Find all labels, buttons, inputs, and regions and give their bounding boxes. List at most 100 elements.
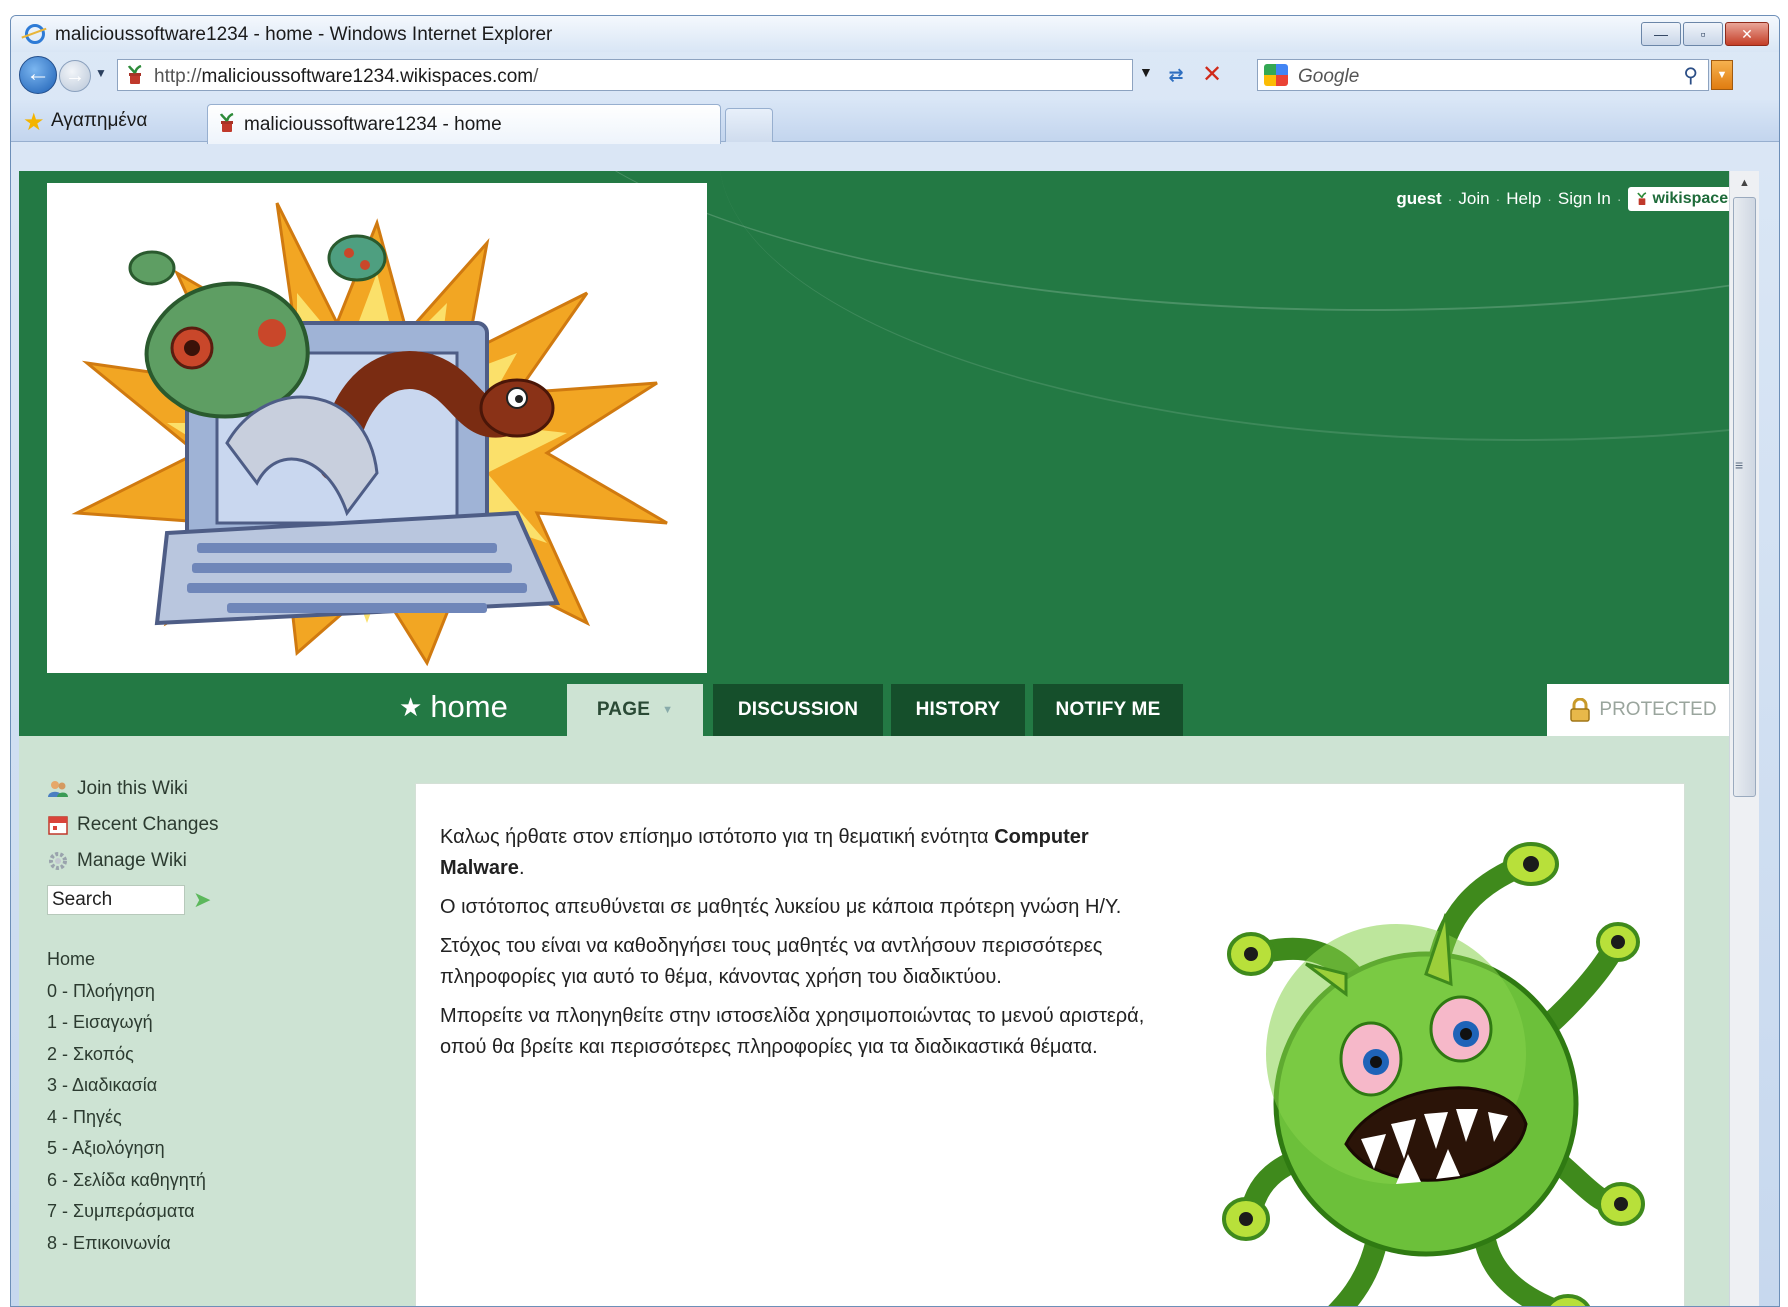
scroll-thumb[interactable] [1733,197,1756,797]
vertical-scrollbar[interactable]: ▲ ≡ ▼ [1729,171,1759,1306]
history-dropdown-icon[interactable]: ▼ [95,66,107,80]
internet-explorer-icon [25,24,45,44]
maximize-button[interactable]: ▫ [1683,22,1723,46]
close-button[interactable]: ✕ [1725,22,1769,46]
lock-icon [1570,698,1591,722]
chevron-down-icon[interactable]: ▼ [662,704,673,716]
screenshot-root: malicioussoftware1234 - home - Windows I… [0,0,1788,1307]
tab-page[interactable]: PAGE ▼ [567,684,703,736]
tab-notify-me[interactable]: NOTIFY ME [1033,684,1183,736]
help-link[interactable]: Help [1506,189,1541,209]
nav-item-introduction[interactable]: 1 - Εισαγωγή [47,1012,387,1044]
nav-item-contact[interactable]: 8 - Επικοινωνία [47,1233,387,1265]
url-suffix: / [533,66,539,87]
separator: · [1547,191,1552,207]
wikispaces-favicon-icon [127,65,142,84]
arrow-right-icon[interactable]: ➤ [193,887,211,913]
forward-button[interactable]: → [59,60,91,92]
user-bar: guest · Join · Help · Sign In · wikispac… [1396,187,1745,211]
ie-window: malicioussoftware1234 - home - Windows I… [10,15,1780,1307]
url-text[interactable]: http://malicioussoftware1234.wikispaces.… [154,66,538,88]
intro-text: Καλως ήρθατε στον επίσημο ιστότοπο για τ… [440,826,995,848]
green-virus-illustration [1222,842,1645,1306]
page-title-text: home [430,689,508,724]
nav-item-navigation[interactable]: 0 - Πλοήγηση [47,981,387,1013]
nav-item-sources[interactable]: 4 - Πηγές [47,1107,387,1139]
scroll-down-icon[interactable]: ▼ [1730,1299,1759,1306]
nav-item-conclusions[interactable]: 7 - Συμπεράσματα [47,1201,387,1233]
header-decoration [719,171,1759,441]
browser-tab-label: malicioussoftware1234 - home [244,114,502,135]
virus-monster-image [1196,824,1666,1306]
wikispaces-favicon-icon [219,113,234,132]
title-bar: malicioussoftware1234 - home - Windows I… [11,16,1779,52]
tab-page-label: PAGE [596,699,651,720]
users-icon [48,781,68,797]
scroll-grip-icon: ≡ [1735,457,1744,473]
intro-paragraph: Καλως ήρθατε στον επίσημο ιστότοπο για τ… [440,822,1170,884]
window-controls: — ▫ ✕ [1641,22,1769,46]
recent-changes-action[interactable]: Recent Changes [47,807,387,843]
navigation-list: Home 0 - Πλοήγηση 1 - Εισαγωγή 2 - Σκοπό… [47,949,387,1264]
content-text: Καλως ήρθατε στον επίσημο ιστότοπο για τ… [440,822,1170,1071]
scroll-up-icon[interactable]: ▲ [1730,171,1759,195]
stop-icon[interactable]: ✕ [1197,60,1227,90]
google-icon [1264,64,1288,86]
recent-changes-label: Recent Changes [77,814,219,835]
wikispaces-logo-link[interactable]: wikispaces [1627,187,1745,211]
page-title: ★ home [399,689,508,725]
tab-bar: ★ Αγαπημένα malicioussoftware1234 - home [11,100,1779,144]
refresh-icon[interactable]: ⇄ [1161,60,1191,90]
join-wiki-label: Join this Wiki [77,778,188,799]
tab-history[interactable]: HISTORY [891,684,1025,736]
search-options-icon[interactable]: ▼ [1711,60,1733,90]
gear-icon [49,852,67,870]
favorites-star-icon[interactable]: ★ [23,108,45,137]
protected-label: PROTECTED [1599,699,1717,720]
malware-computer-illustration [71,202,668,667]
nav-item-process[interactable]: 3 - Διαδικασία [47,1075,387,1107]
protected-badge[interactable]: PROTECTED [1547,684,1739,736]
search-box[interactable]: Google ⚲ [1257,59,1709,91]
calendar-icon [48,816,68,835]
back-button[interactable]: ← [19,56,57,94]
manage-wiki-label: Manage Wiki [77,850,187,871]
sidebar: Join this Wiki Recent Changes Manage Wik… [47,771,387,1264]
address-bar[interactable]: http://malicioussoftware1234.wikispaces.… [117,59,1133,91]
window-title: malicioussoftware1234 - home - Windows I… [55,24,553,45]
intro-end: . [518,857,525,879]
wiki-header: guest · Join · Help · Sign In · wikispac… [19,171,1759,736]
separator: · [1616,191,1622,207]
address-dropdown-icon[interactable]: ▼ [1139,64,1153,80]
url-host: malicioussoftware1234.wikispaces.com [201,66,534,87]
nav-item-evaluation[interactable]: 5 - Αξιολόγηση [47,1138,387,1170]
minimize-button[interactable]: — [1641,22,1681,46]
url-prefix: http:// [154,66,202,87]
wikispaces-pot-icon [1636,192,1646,205]
navigation-bar: ← → ▼ http://malicioussoftware1234.wikis… [11,54,1779,96]
wiki-logo-image[interactable] [47,183,707,673]
join-link[interactable]: Join [1458,189,1489,209]
separator: · [1447,191,1453,207]
audience-paragraph: Ο ιστότοπος απευθύνεται σε μαθητές λυκεί… [440,896,1122,918]
nav-item-home[interactable]: Home [47,949,387,981]
sign-in-link[interactable]: Sign In [1558,189,1611,209]
browser-tab-active[interactable]: malicioussoftware1234 - home [207,104,721,144]
web-viewport: guest · Join · Help · Sign In · wikispac… [19,171,1759,1306]
manage-wiki-action[interactable]: Manage Wiki [47,843,387,879]
tab-discussion[interactable]: DISCUSSION [713,684,883,736]
join-wiki-action[interactable]: Join this Wiki [47,771,387,807]
page-content: Καλως ήρθατε στον επίσημο ιστότοπο για τ… [415,783,1685,1306]
goal-paragraph: Στόχος του είναι να καθοδηγήσει τους μαθ… [440,935,1103,988]
search-magnifier-icon[interactable]: ⚲ [1683,63,1698,88]
nav-item-teacher-page[interactable]: 6 - Σελίδα καθηγητή [47,1170,387,1202]
new-tab-button[interactable] [725,108,773,142]
favorites-button[interactable]: Αγαπημένα [51,110,147,132]
search-placeholder[interactable]: Google [1298,66,1359,88]
navigation-paragraph: Μπορείτε να πλοηγηθείτε στην ιστοσελίδα … [440,1005,1145,1058]
username: guest [1396,189,1442,208]
wiki-search: ➤ [47,885,387,915]
favorite-star-icon[interactable]: ★ [399,692,422,723]
wiki-search-input[interactable] [47,885,185,915]
nav-item-purpose[interactable]: 2 - Σκοπός [47,1044,387,1076]
